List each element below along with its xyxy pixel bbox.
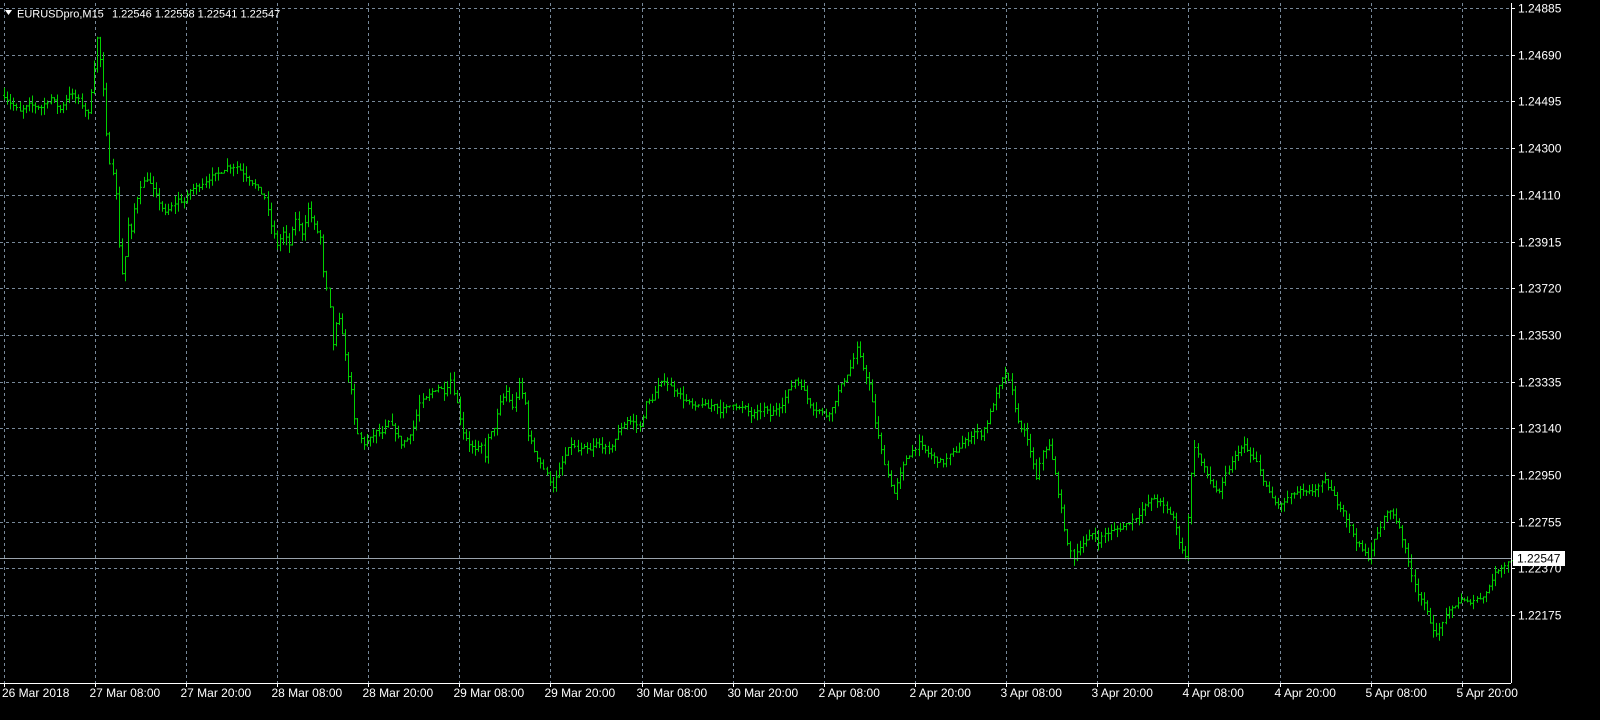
current-price-label: 1.22547 [1517, 552, 1561, 566]
y-tick-label: 1.22950 [1518, 469, 1562, 483]
price-chart[interactable]: EURUSDpro,M15 1.22546 1.22558 1.22541 1.… [0, 0, 1600, 720]
x-tick-label: 30 Mar 20:00 [728, 686, 799, 700]
x-tick-label: 3 Apr 20:00 [1092, 686, 1154, 700]
y-tick-label: 1.23915 [1518, 236, 1562, 250]
x-tick-label: 2 Apr 20:00 [910, 686, 972, 700]
y-tick-label: 1.23720 [1518, 282, 1562, 296]
y-tick-label: 1.23140 [1518, 422, 1562, 436]
x-tick-label: 29 Mar 20:00 [545, 686, 616, 700]
y-tick-label: 1.23530 [1518, 329, 1562, 343]
symbol-label[interactable]: EURUSDpro,M15 [17, 9, 104, 21]
y-tick-label: 1.24495 [1518, 95, 1562, 109]
y-tick-label: 1.24885 [1518, 2, 1562, 16]
x-tick-label: 27 Mar 20:00 [181, 686, 252, 700]
y-tick-label: 1.24690 [1518, 49, 1562, 63]
x-tick-label: 29 Mar 08:00 [454, 686, 525, 700]
chart-window[interactable]: EURUSDpro,M15 1.22546 1.22558 1.22541 1.… [0, 0, 1600, 720]
x-tick-label: 2 Apr 08:00 [819, 686, 881, 700]
chart-header: EURUSDpro,M15 1.22546 1.22558 1.22541 1.… [5, 9, 280, 21]
y-tick-label: 1.22755 [1518, 516, 1562, 530]
y-tick-label: 1.23335 [1518, 376, 1562, 390]
x-tick-label: 30 Mar 08:00 [637, 686, 708, 700]
x-axis-ticks: 26 Mar 2018 27 Mar 08:00 27 Mar 20:00 28 Ma… [2, 683, 1518, 700]
y-tick-label: 1.24110 [1518, 189, 1561, 203]
chart-background [0, 0, 1600, 720]
x-tick-label: 28 Mar 20:00 [363, 686, 434, 700]
x-tick-label: 5 Apr 08:00 [1366, 686, 1428, 700]
x-tick-label: 3 Apr 08:00 [1001, 686, 1063, 700]
x-tick-label: 5 Apr 20:00 [1457, 686, 1519, 700]
current-price-label-layer: 1.22547 [1513, 551, 1565, 566]
x-tick-label: 27 Mar 08:00 [90, 686, 161, 700]
x-tick-label: 4 Apr 20:00 [1275, 686, 1337, 700]
y-tick-label: 1.24300 [1518, 142, 1562, 156]
x-tick-label: 4 Apr 08:00 [1183, 686, 1245, 700]
ohlc-values: 1.22546 1.22558 1.22541 1.22547 [112, 9, 280, 21]
x-tick-label: 28 Mar 08:00 [272, 686, 343, 700]
x-tick-label: 26 Mar 2018 [2, 686, 70, 700]
y-tick-label: 1.22175 [1518, 609, 1562, 623]
